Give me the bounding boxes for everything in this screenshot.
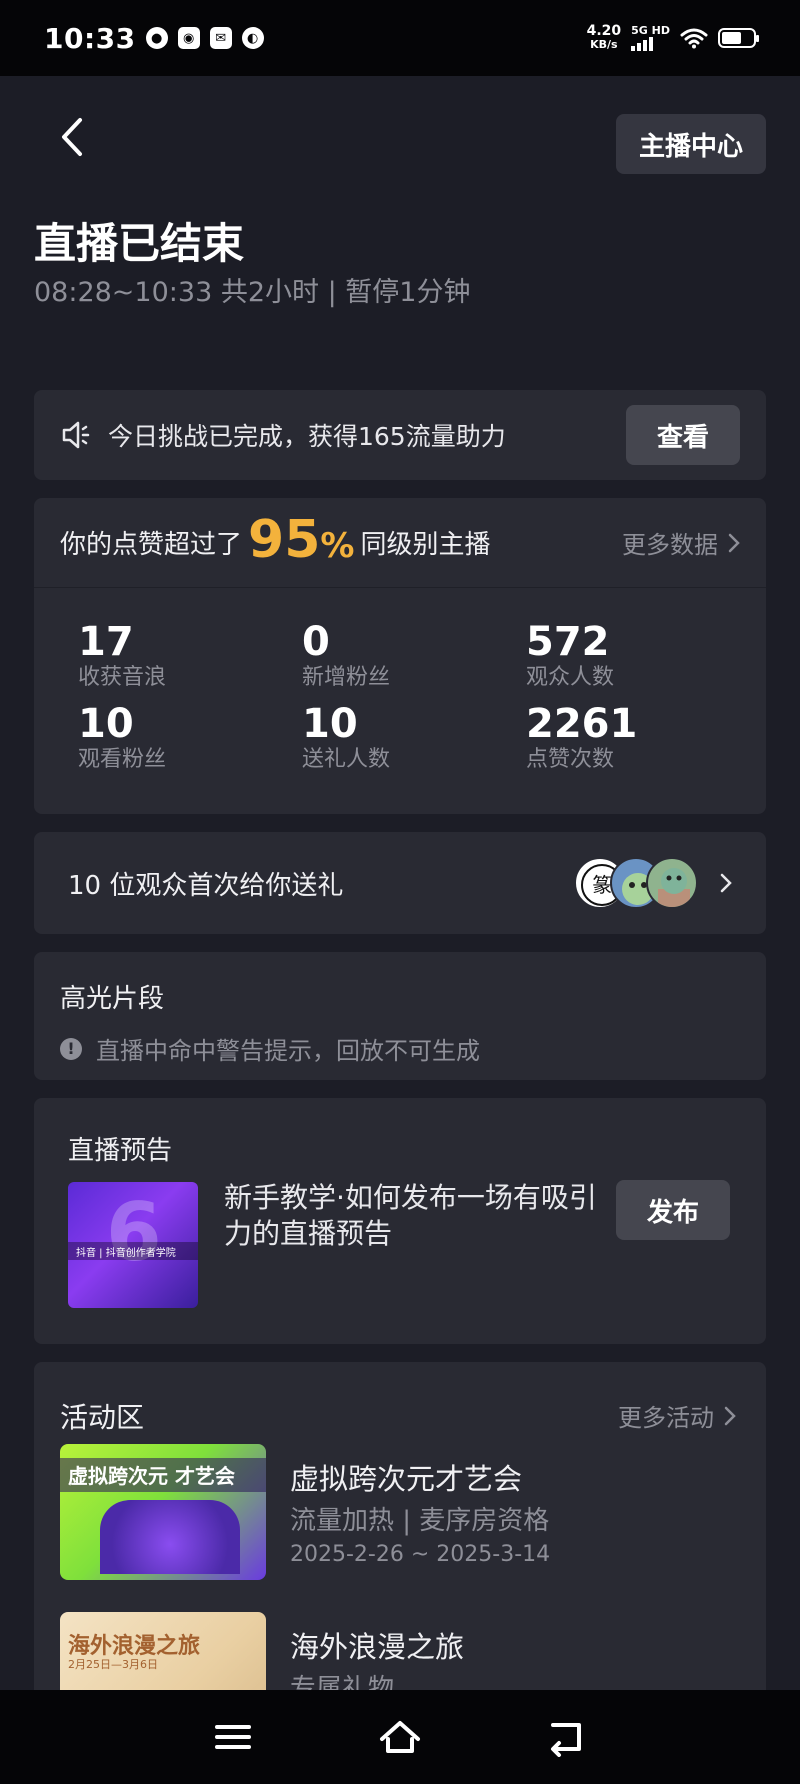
stats-grid: 17 收获音浪 0 新增粉丝 572 观众人数 10 观看粉丝 10 送礼人数 …	[78, 620, 758, 780]
preview-thumbnail[interactable]: 6 抖音 | 抖音创作者学院	[68, 1182, 198, 1308]
likes-prefix: 你的点赞超过了	[60, 530, 243, 560]
stat-item: 0 新增粉丝	[302, 620, 526, 698]
highlight-title: 高光片段	[60, 984, 165, 1014]
signal-bars-icon	[631, 37, 670, 51]
wechat-icon: ●	[145, 27, 168, 49]
stat-label: 观众人数	[526, 665, 615, 690]
speed-value: 4.20	[586, 23, 622, 39]
stat-value: 572	[526, 619, 610, 665]
app-notification-icon: ◉	[177, 27, 200, 49]
stat-value: 10	[302, 701, 358, 747]
stat-item: 572 观众人数	[526, 620, 750, 698]
more-activities-link[interactable]: 更多活动	[618, 1398, 736, 1433]
stat-item: 10 送礼人数	[302, 702, 526, 780]
live-preview-card: 直播预告 6 抖音 | 抖音创作者学院 新手教学·如何发布一场有吸引力的直播预告…	[34, 1098, 766, 1344]
status-time: 10:33	[44, 21, 136, 55]
status-left: 10:33 ● ◉ ✉ ◐	[44, 22, 264, 55]
gifter-avatars: 篆	[574, 857, 698, 909]
stat-value: 0	[302, 619, 330, 665]
more-data-label: 更多数据	[622, 531, 718, 559]
chevron-right-icon	[720, 873, 732, 893]
highlight-warning: ! 直播中命中警告提示，回放不可生成	[60, 1031, 740, 1066]
publish-button[interactable]: 发布	[616, 1180, 730, 1240]
preview-title: 直播预告	[68, 1136, 173, 1166]
view-button[interactable]: 查看	[626, 405, 740, 465]
stream-duration: 08:28~10:33 共2小时 | 暂停1分钟	[34, 277, 471, 308]
anchor-center-button[interactable]: 主播中心	[616, 114, 766, 174]
home-icon[interactable]	[378, 1717, 422, 1757]
highlight-card: 高光片段 ! 直播中命中警告提示，回放不可生成	[34, 952, 766, 1080]
stat-label: 收获音浪	[78, 665, 167, 690]
activity-thumbnail: 虚拟跨次元 才艺会	[60, 1444, 266, 1580]
more-activities-label: 更多活动	[618, 1404, 714, 1432]
chevron-right-icon	[728, 533, 740, 552]
speed-unit: KB/s	[590, 38, 618, 51]
avatar	[646, 857, 698, 909]
battery-icon	[718, 28, 759, 48]
activity-thumb-date: 2月25日—3月6日	[68, 1658, 158, 1671]
preview-description[interactable]: 新手教学·如何发布一场有吸引力的直播预告	[224, 1180, 604, 1252]
back-nav-icon[interactable]	[545, 1717, 589, 1757]
stat-value: 2261	[526, 701, 638, 747]
menu-icon[interactable]	[211, 1717, 255, 1757]
network-speed: 4.20 KB/s	[587, 24, 622, 52]
likes-percent-sign: %	[320, 525, 355, 566]
svg-text:篆: 篆	[592, 873, 612, 897]
challenge-text: 今日挑战已完成，获得165流量助力	[108, 422, 506, 451]
stat-item: 17 收获音浪	[78, 620, 302, 698]
highlight-warning-text: 直播中命中警告提示，回放不可生成	[96, 1037, 480, 1065]
preview-thumb-label: 抖音 | 抖音创作者学院	[76, 1248, 176, 1259]
likes-ranking-row: 你的点赞超过了 95% 同级别主播 更多数据	[34, 498, 766, 588]
preview-thumb-graphic: 6	[106, 1186, 162, 1279]
wifi-icon	[680, 28, 708, 49]
speaker-icon	[62, 421, 90, 449]
stat-item: 2261 点赞次数	[526, 702, 750, 780]
status-right: 4.20 KB/s 5G HD	[587, 24, 759, 52]
status-bar: 10:33 ● ◉ ✉ ◐ 4.20 KB/s 5G HD	[0, 0, 800, 76]
activity-thumb-text: 虚拟跨次元 才艺会	[68, 1464, 235, 1488]
page-title: 直播已结束	[34, 219, 245, 268]
more-data-link[interactable]: 更多数据	[622, 525, 740, 560]
message-icon: ✉	[209, 27, 232, 49]
stat-label: 观看粉丝	[78, 747, 167, 772]
stat-item: 10 观看粉丝	[78, 702, 302, 780]
activity-name: 虚拟跨次元才艺会	[290, 1462, 523, 1496]
warning-icon: !	[60, 1037, 82, 1060]
likes-percent-value: 95	[248, 509, 321, 570]
system-nav-bar	[0, 1690, 800, 1784]
activity-item[interactable]: 虚拟跨次元 才艺会 虚拟跨次元才艺会 流量加热 | 麦序房资格 2025-2-2…	[60, 1444, 740, 1580]
first-gift-text: 10 位观众首次给你送礼	[68, 870, 344, 901]
likes-suffix: 同级别主播	[360, 530, 491, 560]
stat-value: 10	[78, 701, 134, 747]
stats-card: 你的点赞超过了 95% 同级别主播 更多数据 17 收获音浪 0 新增粉丝 57…	[34, 498, 766, 814]
activity-date: 2025-2-26 ~ 2025-3-14	[290, 1542, 551, 1567]
first-gift-card[interactable]: 10 位观众首次给你送礼 篆	[34, 832, 766, 934]
chevron-right-icon	[724, 1406, 736, 1425]
stat-label: 送礼人数	[302, 747, 391, 772]
app-logo-icon: ◐	[241, 27, 264, 49]
challenge-card: 今日挑战已完成，获得165流量助力 查看	[34, 390, 766, 480]
activity-title: 活动区	[60, 1401, 145, 1434]
network-type: 5G HD	[631, 24, 670, 37]
back-button[interactable]	[52, 112, 92, 162]
stat-label: 点赞次数	[526, 747, 615, 772]
activity-tags: 流量加热 | 麦序房资格	[290, 1506, 550, 1536]
likes-percentile: 95%	[248, 514, 354, 572]
signal-indicator: 5G HD	[631, 25, 670, 51]
stat-value: 17	[78, 619, 134, 665]
stat-label: 新增粉丝	[302, 665, 391, 690]
activity-name: 海外浪漫之旅	[290, 1630, 465, 1664]
activity-card: 活动区 更多活动 虚拟跨次元 才艺会 虚拟跨次元才艺会 流量加热 | 麦序房资格…	[34, 1362, 766, 1748]
